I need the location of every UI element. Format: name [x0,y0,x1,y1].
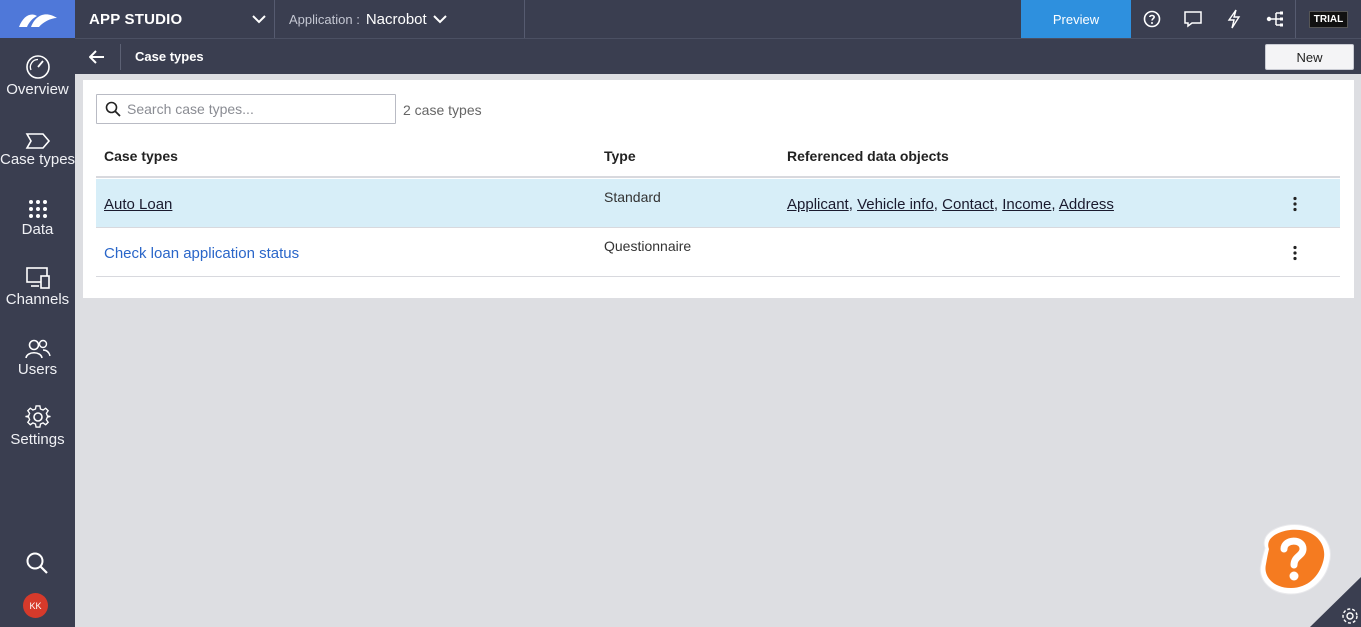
sub-header: Case types New [75,38,1361,74]
hierarchy-button[interactable] [1254,0,1295,38]
sidebar-item-overview[interactable]: Overview [0,46,75,108]
referenced-data-objects: Applicant, Vehicle info, Contact, Income… [787,196,1114,213]
lightning-icon [1227,9,1240,29]
sidebar-item-channels[interactable]: Channels [0,256,75,318]
dashboard-gauge-icon [0,46,75,80]
help-icon [1143,10,1160,28]
search-icon [105,101,121,117]
studio-switcher[interactable]: APP STUDIO [75,0,275,38]
pega-logo[interactable] [0,0,75,38]
data-object-link[interactable]: Address [1059,196,1114,213]
sidebar-item-case-types[interactable]: Case types [0,116,75,178]
sidebar-item-label: Case types [0,151,76,168]
column-header-case-types[interactable]: Case types [104,148,178,164]
lightning-button[interactable] [1213,0,1254,38]
sidebar-item-label: Settings [10,431,65,448]
sidebar-item-data[interactable]: Data [0,186,75,248]
data-object-link[interactable]: Income [1002,196,1051,213]
back-button[interactable] [85,47,109,67]
divider [120,44,121,70]
top-bar: APP STUDIO Application : Nacrobot Previe… [0,0,1361,38]
left-sidebar: Overview Case types Data Channels Users … [0,38,75,627]
gear-icon [0,396,75,430]
application-selector[interactable]: Application : Nacrobot [275,0,525,38]
chat-button[interactable] [1172,0,1213,38]
page-title: Case types [135,49,204,64]
table-row[interactable]: Check loan application status Questionna… [96,228,1340,277]
sidebar-search-button[interactable] [22,550,52,576]
row-menu-button[interactable] [1285,195,1305,213]
help-button[interactable] [1131,0,1172,38]
chat-icon [1183,11,1202,28]
table-row[interactable]: Auto Loan Standard Applicant, Vehicle in… [96,179,1340,228]
kebab-menu-icon [1293,245,1297,261]
grid-dots-icon [0,186,75,220]
chevron-down-icon [432,14,447,23]
case-type-type: Standard [604,189,661,205]
studio-label: APP STUDIO [89,10,183,28]
sidebar-item-label: Data [21,221,54,238]
sidebar-item-users[interactable]: Users [0,326,75,388]
hierarchy-icon [1266,11,1283,27]
logo-wing-icon [18,14,57,27]
new-button[interactable]: New [1265,44,1354,70]
sidebar-item-settings[interactable]: Settings [0,396,75,458]
search-icon [26,552,48,574]
case-type-count: 2 case types [403,102,482,118]
column-header-type[interactable]: Type [604,148,636,164]
trial-area: TRIAL [1295,0,1361,38]
trial-badge: TRIAL [1308,10,1349,28]
arrow-left-icon [89,50,104,64]
case-type-link[interactable]: Auto Loan [104,196,172,213]
users-icon [0,326,75,360]
case-tag-icon [0,116,75,150]
sidebar-item-label: Channels [5,291,70,308]
case-type-type: Questionnaire [604,238,692,254]
sidebar-item-label: Users [17,361,58,378]
corner-gear-icon [1310,577,1361,627]
search-box[interactable] [96,94,396,124]
row-menu-button[interactable] [1285,244,1305,262]
column-header-referenced-data[interactable]: Referenced data objects [787,148,949,164]
chevron-down-icon [252,14,266,23]
kebab-menu-icon [1293,196,1297,212]
application-label: Application : [289,11,360,27]
data-object-link[interactable]: Vehicle info [857,196,934,213]
sidebar-item-label: Overview [6,81,69,98]
table-header: Case types Type Referenced data objects [96,138,1340,178]
top-bar-spacer [525,0,1021,38]
corner-settings-button[interactable] [1310,577,1361,627]
search-input[interactable] [127,101,387,117]
preview-button[interactable]: Preview [1021,0,1131,38]
avatar[interactable]: KK [23,593,48,618]
case-types-panel: 2 case types Case types Type Referenced … [83,80,1354,298]
data-object-link[interactable]: Applicant [787,196,849,213]
data-object-link[interactable]: Contact [942,196,994,213]
case-type-link[interactable]: Check loan application status [104,245,299,262]
devices-icon [0,256,75,290]
application-value: Nacrobot [365,10,427,28]
